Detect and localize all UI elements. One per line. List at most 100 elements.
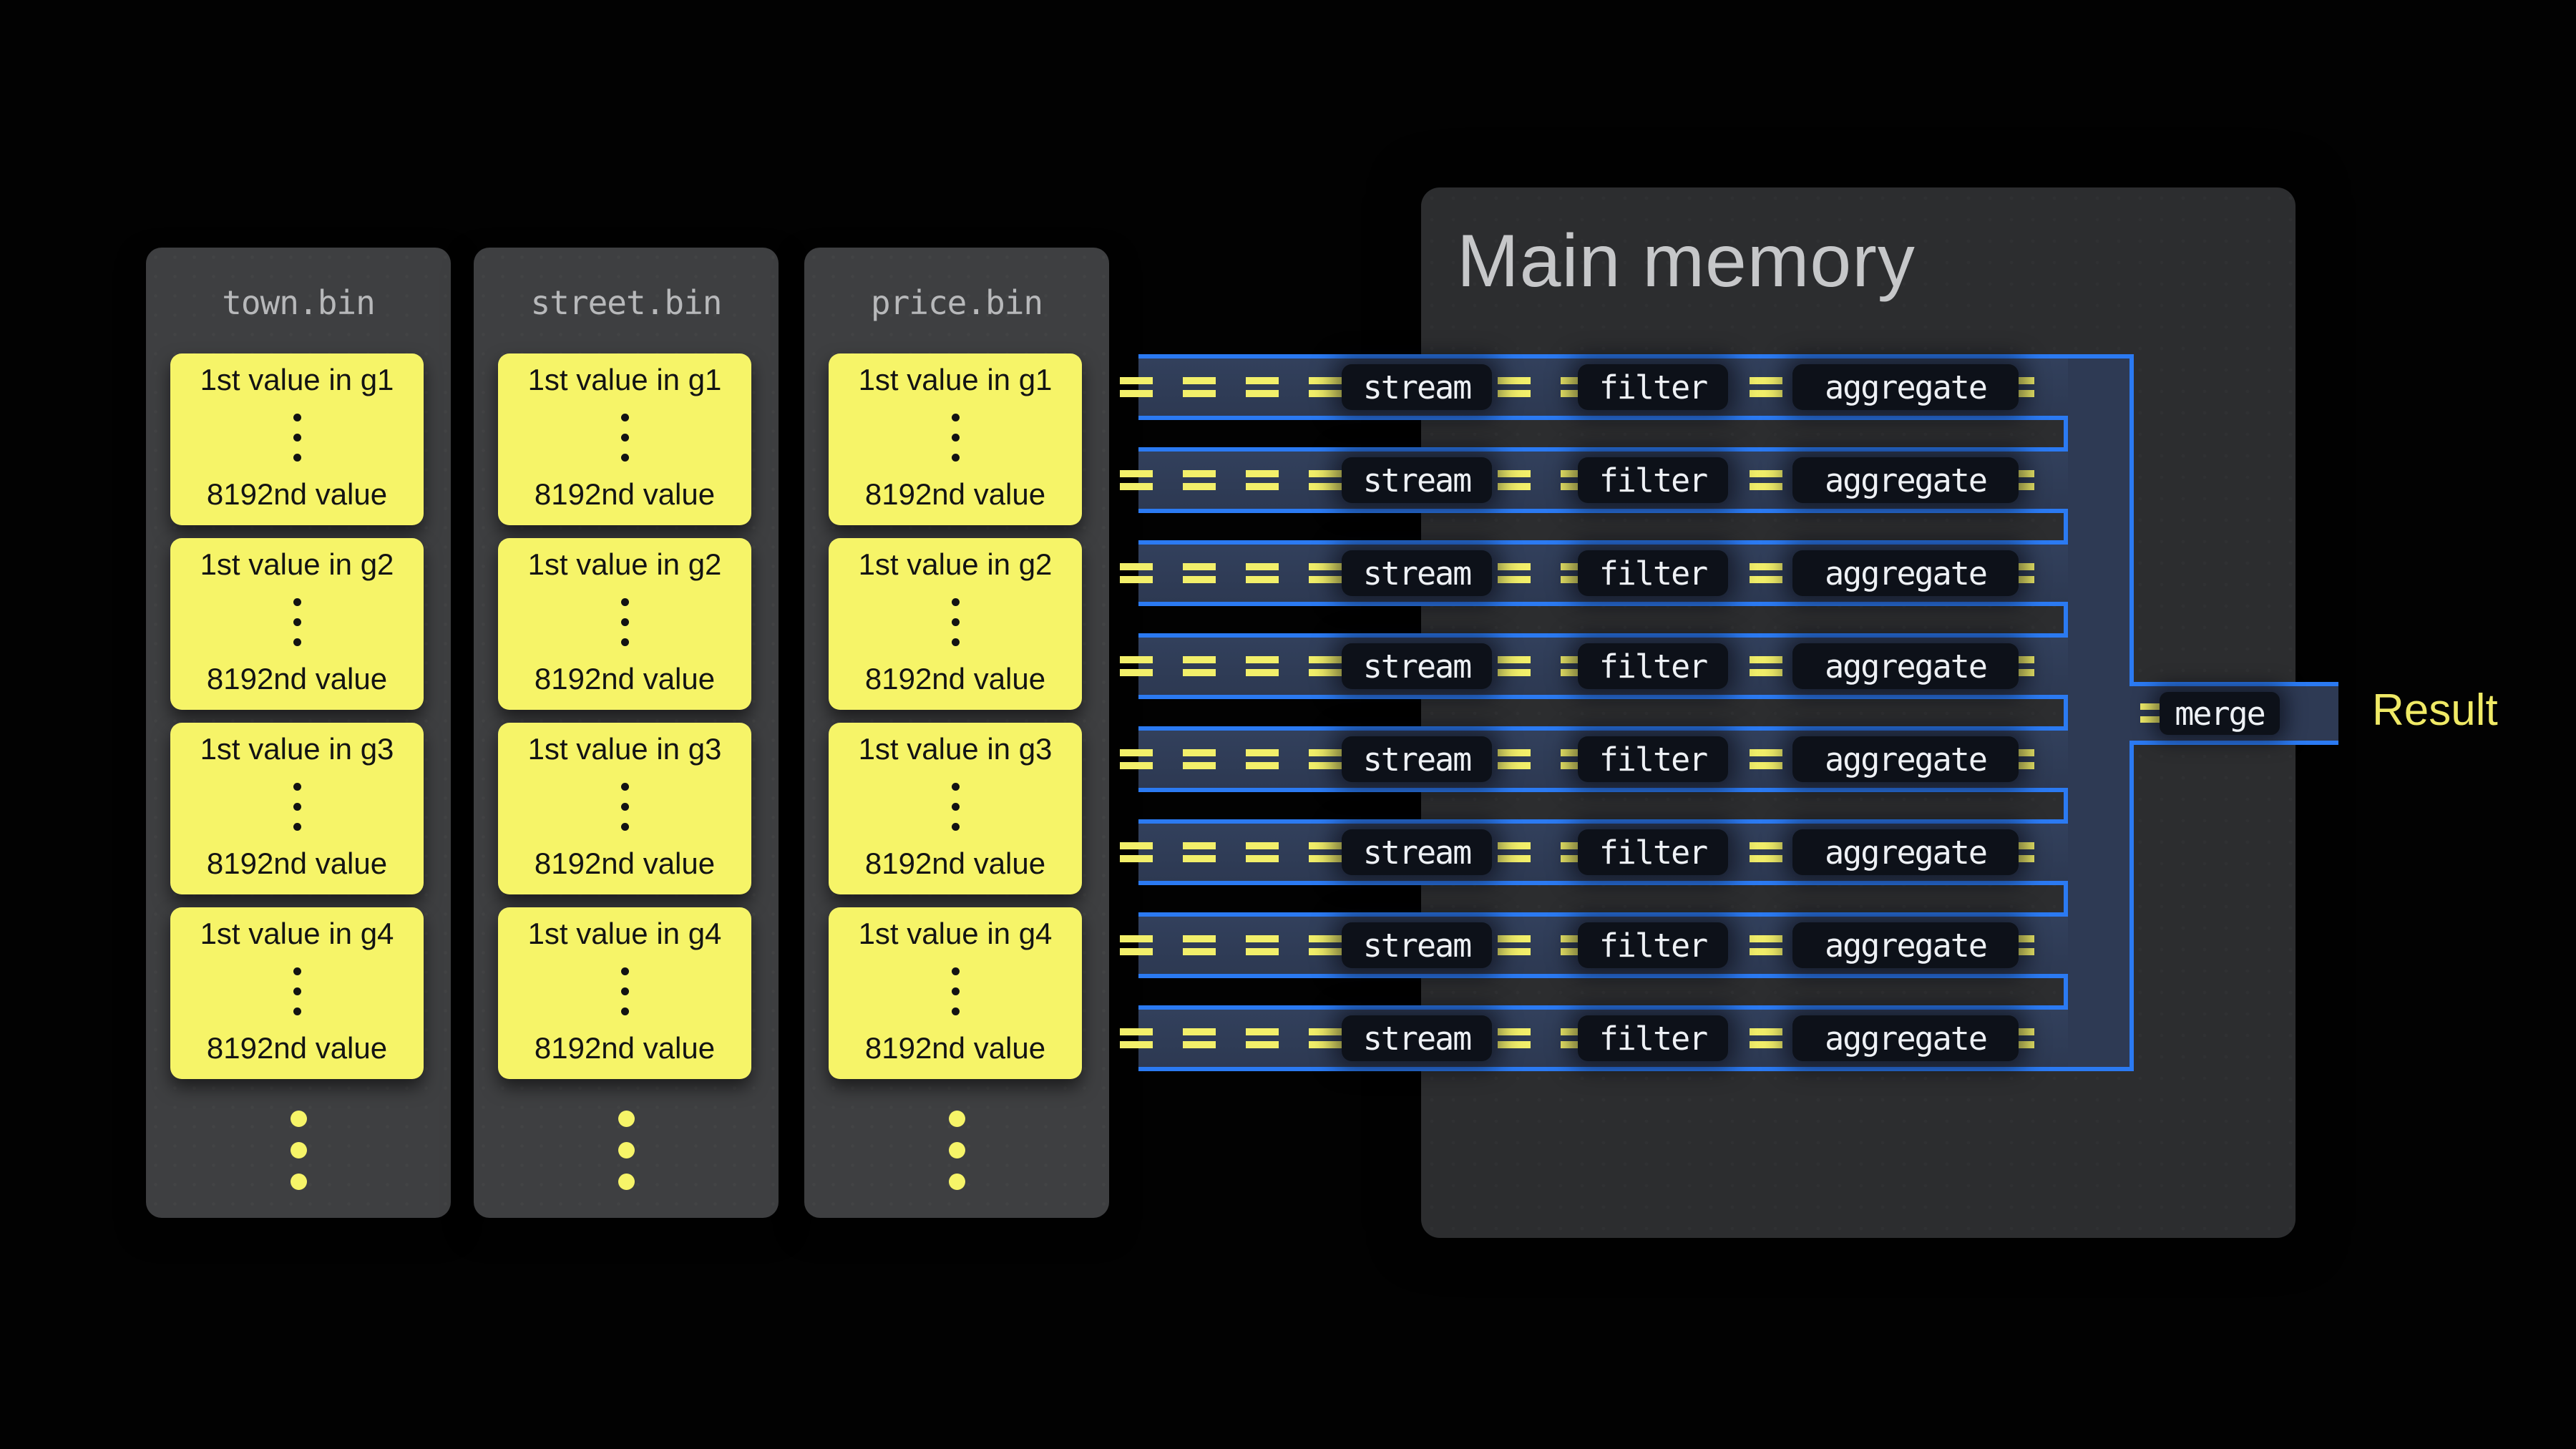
vertical-ellipsis-icon <box>293 967 301 1015</box>
block-last-label: 8192nd value <box>207 1032 387 1065</box>
pipeline-row-7: stream filter aggregate <box>1138 917 2068 974</box>
block-first-label: 1st value in g4 <box>859 917 1053 950</box>
block-last-label: 8192nd value <box>865 847 1045 880</box>
value-block-g3: 1st value in g38192nd value <box>170 723 424 894</box>
dot-icon <box>621 598 629 606</box>
dot-icon <box>952 414 960 421</box>
value-block-g1: 1st value in g18192nd value <box>498 353 751 525</box>
dot-icon <box>621 454 629 462</box>
value-block-g2: 1st value in g28192nd value <box>170 538 424 710</box>
pipeline-row-3: streamfilteraggregate <box>1138 545 2068 602</box>
vertical-ellipsis-icon <box>621 783 629 831</box>
dot-icon <box>621 823 629 831</box>
dot-icon <box>952 783 960 791</box>
aggregate-operator-badge: aggregate <box>1792 643 2019 689</box>
value-block-g1: 1st value in g1 8192nd value <box>170 353 424 525</box>
pipeline-buffer-gap-4 <box>1138 695 2068 731</box>
file-column-street-bin: street.bin1st value in g18192nd value1st… <box>474 248 779 1218</box>
value-block-g1: 1st value in g1 8192nd value <box>829 353 1082 525</box>
vertical-ellipsis-icon <box>621 414 629 462</box>
aggregate-operator-badge: aggregate <box>1792 829 2019 875</box>
dot-icon <box>618 1142 635 1158</box>
dot-icon <box>621 967 629 975</box>
dot-icon <box>293 598 301 606</box>
filter-operator-badge: filter <box>1578 643 1728 689</box>
aggregate-operator-badge: aggregate <box>1792 922 2019 968</box>
pipeline-buffer-gap-5 <box>1138 788 2068 824</box>
value-block-g3: 1st value in g38192nd value <box>829 723 1082 894</box>
dot-icon <box>291 1111 307 1127</box>
block-last-label: 8192nd value <box>207 847 387 880</box>
dot-icon <box>293 987 301 995</box>
filter-operator-badge: filter <box>1578 1015 1728 1061</box>
vertical-ellipsis-icon <box>952 783 960 831</box>
block-last-label: 8192nd value <box>535 663 715 696</box>
block-first-label: 1st value in g2 <box>528 548 722 581</box>
dot-icon <box>952 967 960 975</box>
dot-icon <box>293 638 301 646</box>
dot-icon <box>952 1008 960 1015</box>
main-memory-title: Main memory <box>1457 219 1916 304</box>
block-last-label: 8192nd value <box>207 663 387 696</box>
value-block-g3: 1st value in g38192nd value <box>498 723 751 894</box>
pipeline-buffer-gap-2 <box>1138 509 2068 545</box>
block-last-label: 8192nd value <box>207 478 387 511</box>
pipeline-buffer-gap-6 <box>1138 881 2068 917</box>
filter-operator-badge: filter <box>1578 922 1728 968</box>
stream-operator-badge: stream <box>1342 457 1492 503</box>
pipeline-row-1: streamfilteraggregate <box>1138 358 2068 416</box>
vertical-ellipsis-icon <box>293 598 301 646</box>
block-first-label: 1st value in g4 <box>528 917 722 950</box>
block-first-label: 1st value in g1 <box>859 364 1053 396</box>
pipeline-row-8: stream filter aggregate <box>1138 1010 2068 1067</box>
dot-icon <box>952 598 960 606</box>
dot-icon <box>621 414 629 421</box>
stream-operator-badge: stream <box>1342 829 1492 875</box>
vertical-ellipsis-icon <box>621 598 629 646</box>
block-first-label: 1st value in g1 <box>200 364 394 396</box>
pipeline-spine <box>2068 358 2129 1067</box>
stream-operator-badge: stream <box>1342 922 1492 968</box>
dot-icon <box>291 1142 307 1158</box>
block-last-label: 8192nd value <box>865 1032 1045 1065</box>
dot-icon <box>293 783 301 791</box>
file-column-price-bin: price.bin1st value in g18192nd value1st … <box>804 248 1109 1218</box>
dot-icon <box>952 987 960 995</box>
stream-operator-badge: stream <box>1342 550 1492 596</box>
pipeline-buffer-gap-3 <box>1138 602 2068 638</box>
pipeline-row-2: streamfilteraggregate <box>1138 452 2068 509</box>
block-last-label: 8192nd value <box>865 478 1045 511</box>
aggregate-operator-badge: aggregate <box>1792 364 2019 410</box>
value-block-g2: 1st value in g2 8192nd value <box>498 538 751 710</box>
filter-operator-badge: filter <box>1578 457 1728 503</box>
value-block-g4: 1st value in g48192nd value <box>170 907 424 1079</box>
more-groups-ellipsis-icon <box>146 1111 451 1190</box>
dot-icon <box>952 454 960 462</box>
dot-icon <box>952 638 960 646</box>
more-groups-ellipsis-icon <box>474 1111 779 1190</box>
dot-icon <box>949 1111 965 1127</box>
merge-operator-badge: merge <box>2160 692 2280 735</box>
vertical-ellipsis-icon <box>621 967 629 1015</box>
stream-operator-badge: stream <box>1342 1015 1492 1061</box>
dot-icon <box>949 1174 965 1190</box>
filter-operator-badge: filter <box>1578 550 1728 596</box>
dot-icon <box>618 1174 635 1190</box>
pipeline-buffer-gap-7 <box>1138 974 2068 1010</box>
stream-operator-badge: stream <box>1342 643 1492 689</box>
dot-icon <box>293 618 301 626</box>
filter-operator-badge: filter <box>1578 364 1728 410</box>
merge-band: merge <box>2129 682 2338 745</box>
dot-icon <box>293 414 301 421</box>
vertical-ellipsis-icon <box>952 414 960 462</box>
dot-icon <box>293 823 301 831</box>
block-last-label: 8192nd value <box>535 847 715 880</box>
aggregate-operator-badge: aggregate <box>1792 1015 2019 1061</box>
diagram-stage: Main memory town.bin1st value in g18192n… <box>0 0 2576 1449</box>
more-groups-ellipsis-icon <box>804 1111 1109 1190</box>
block-last-label: 8192nd value <box>535 478 715 511</box>
dot-icon <box>621 618 629 626</box>
dot-icon <box>952 434 960 441</box>
dot-icon <box>293 454 301 462</box>
pipeline-row-4: stream filter aggregate <box>1138 638 2068 695</box>
